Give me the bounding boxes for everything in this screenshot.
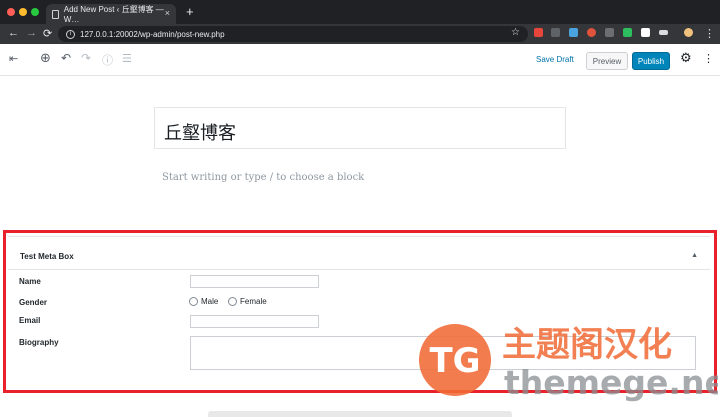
block-placeholder[interactable]: Start writing or type / to choose a bloc… [162, 172, 364, 183]
outline-icon[interactable]: ☰ [122, 52, 132, 65]
maximize-window-button[interactable] [31, 8, 39, 16]
browser-menu-icon[interactable]: ⋮ [704, 27, 715, 40]
name-label: Name [19, 277, 41, 286]
close-window-button[interactable] [7, 8, 15, 16]
biography-label: Biography [19, 338, 59, 347]
profile-avatar[interactable] [684, 28, 693, 37]
tab-title: Add New Post ‹ 丘壑博客 — W… [63, 5, 164, 24]
add-block-icon[interactable]: ⊕ [40, 50, 51, 66]
meta-box-title: Test Meta Box [20, 252, 74, 261]
forward-icon[interactable]: → [26, 27, 37, 39]
watermark-tg: TG [429, 341, 480, 381]
settings-gear-icon[interactable]: ⚙ [680, 50, 692, 66]
address-bar[interactable]: i 127.0.0.1:20002/wp-admin/post-new.php … [58, 26, 528, 42]
preview-button[interactable]: Preview [586, 52, 628, 70]
site-info-icon[interactable]: i [66, 29, 75, 39]
post-title-input[interactable]: 丘壑博客 [154, 107, 566, 149]
extension-icon[interactable] [641, 28, 650, 37]
watermark-logo: TG 主题阁汉化 themege.net [419, 324, 718, 402]
female-radio[interactable] [228, 297, 237, 306]
gender-label: Gender [19, 298, 48, 307]
male-label: Male [201, 297, 219, 306]
email-label: Email [19, 316, 41, 325]
save-draft-button[interactable]: Save Draft [536, 55, 574, 64]
extension-icon[interactable] [534, 28, 543, 37]
redo-icon[interactable]: ↷ [81, 51, 91, 65]
male-radio[interactable] [189, 297, 198, 306]
new-tab-button[interactable]: + [186, 4, 194, 19]
publish-button[interactable]: Publish [632, 52, 670, 70]
extension-icon[interactable] [659, 30, 668, 35]
more-options-icon[interactable]: ⋮ [703, 52, 714, 65]
browser-tab-strip: Add New Post ‹ 丘壑博客 — W… × + [0, 0, 720, 24]
collapse-toggle-icon[interactable]: ▲ [691, 252, 698, 259]
back-icon[interactable]: ← [8, 27, 19, 39]
undo-icon[interactable]: ↶ [61, 51, 71, 65]
meta-box-header[interactable]: Test Meta Box ▲ [8, 237, 710, 270]
editor-toolbar: ⇤ ⊕ ↶ ↷ ⓘ ☰ Save Draft Preview Publish ⚙… [0, 44, 720, 76]
browser-tab[interactable]: Add New Post ‹ 丘壑博客 — W… × [46, 4, 176, 24]
scroll-shadow [208, 411, 512, 417]
watermark-en-text: themege.net [504, 363, 718, 402]
extension-icon[interactable] [605, 28, 614, 37]
extension-icon[interactable] [587, 28, 596, 37]
extension-icon[interactable] [623, 28, 632, 37]
watermark-cn-text: 主题阁汉化 [502, 325, 672, 365]
email-input[interactable] [190, 315, 319, 328]
info-icon[interactable]: ⓘ [102, 52, 113, 68]
name-input[interactable] [190, 275, 319, 288]
minimize-window-button[interactable] [19, 8, 27, 16]
extension-icon[interactable] [569, 28, 578, 37]
female-label: Female [240, 297, 267, 306]
document-icon [52, 9, 59, 19]
url-text: 127.0.0.1:20002/wp-admin/post-new.php [80, 29, 225, 39]
close-tab-icon[interactable]: × [165, 8, 170, 18]
extension-icon[interactable] [551, 28, 560, 37]
bookmark-star-icon[interactable]: ☆ [511, 27, 520, 38]
reload-icon[interactable]: ⟳ [43, 27, 52, 40]
sidebar-toggle-icon[interactable]: ⇤ [9, 52, 18, 65]
